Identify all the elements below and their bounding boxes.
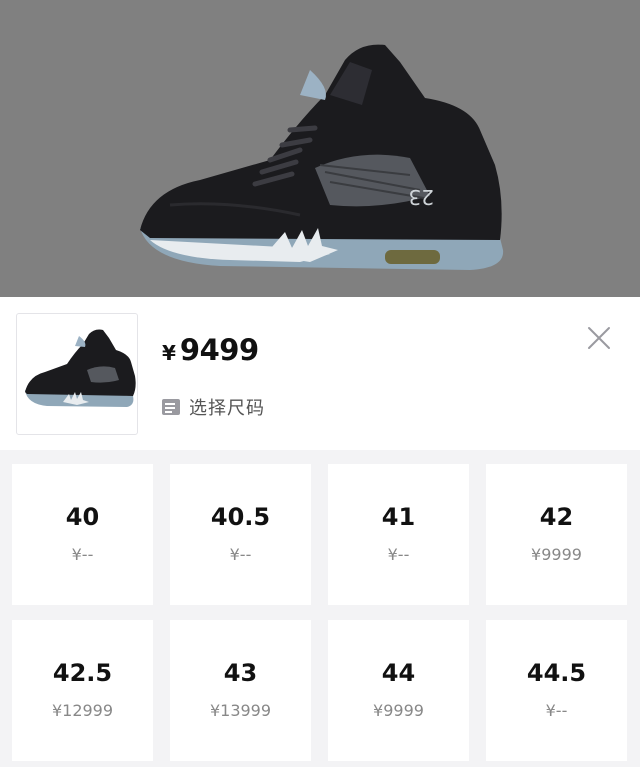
- currency-symbol: ¥: [162, 341, 176, 365]
- size-option[interactable]: 42.5 ¥12999: [12, 620, 153, 761]
- size-label: 41: [381, 503, 416, 531]
- size-price: ¥--: [71, 545, 94, 564]
- size-option[interactable]: 41 ¥--: [328, 464, 469, 605]
- size-label: 42.5: [52, 659, 113, 687]
- size-price: ¥--: [229, 545, 252, 564]
- product-price: ¥ 9499: [162, 333, 259, 367]
- size-option[interactable]: 44 ¥9999: [328, 620, 469, 761]
- size-label: 40.5: [210, 503, 271, 531]
- ruler-icon: [162, 399, 180, 415]
- size-price: ¥--: [387, 545, 410, 564]
- close-icon: [588, 327, 610, 349]
- size-label: 44.5: [526, 659, 587, 687]
- size-price: ¥12999: [51, 701, 114, 720]
- size-label: 40: [65, 503, 100, 531]
- size-price: ¥9999: [531, 545, 582, 564]
- size-selection-sheet: ¥ 9499 选择尺码 40 ¥-- 40.5 ¥-- 41 ¥-- 42 ¥9…: [0, 297, 640, 767]
- size-price: ¥13999: [209, 701, 272, 720]
- size-price: ¥9999: [373, 701, 424, 720]
- select-size-row: 选择尺码: [162, 394, 265, 420]
- size-option[interactable]: 40 ¥--: [12, 464, 153, 605]
- price-amount: 9499: [179, 333, 259, 367]
- size-label: 43: [223, 659, 258, 687]
- product-thumbnail[interactable]: [16, 313, 138, 435]
- size-price: ¥--: [545, 701, 568, 720]
- sheet-header: ¥ 9499 选择尺码: [0, 297, 640, 450]
- size-grid: 40 ¥-- 40.5 ¥-- 41 ¥-- 42 ¥9999 42.5 ¥12…: [12, 464, 628, 761]
- size-option[interactable]: 43 ¥13999: [170, 620, 311, 761]
- size-label: 44: [381, 659, 416, 687]
- size-option[interactable]: 40.5 ¥--: [170, 464, 311, 605]
- product-image-backdrop[interactable]: 23: [0, 0, 640, 297]
- size-option[interactable]: 44.5 ¥--: [486, 620, 627, 761]
- sneaker-thumbnail-image: [25, 329, 136, 407]
- select-size-label: 选择尺码: [189, 398, 265, 419]
- sneaker-hero-image: 23: [140, 44, 504, 270]
- size-option[interactable]: 42 ¥9999: [486, 464, 627, 605]
- svg-text:23: 23: [409, 185, 434, 209]
- size-label: 42: [539, 503, 574, 531]
- close-button[interactable]: [584, 323, 614, 353]
